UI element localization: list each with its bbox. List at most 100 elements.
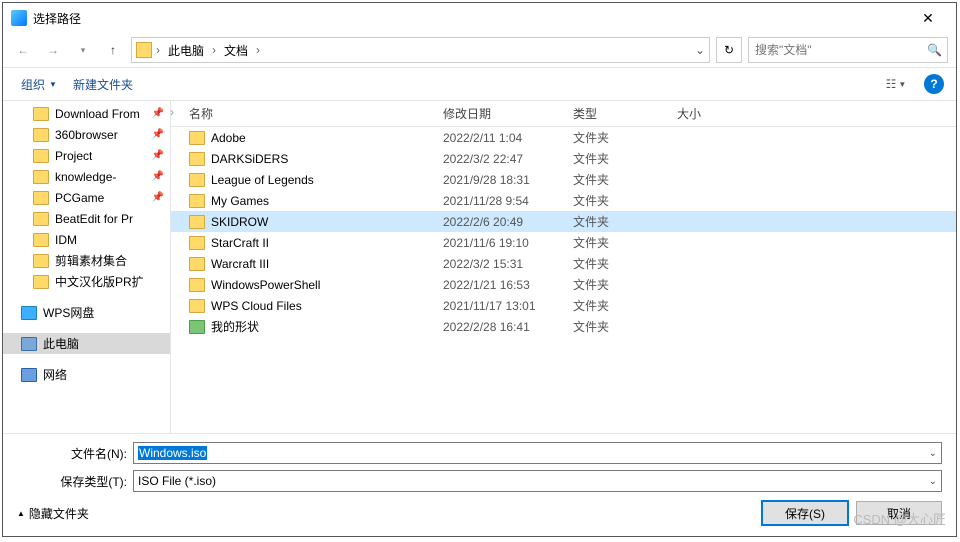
save-button[interactable]: 保存(S): [762, 501, 848, 525]
file-pane: › 名称 修改日期 类型 大小 Adobe2022/2/11 1:04文件夹DA…: [171, 101, 956, 433]
view-options-button[interactable]: ☷ ▼: [882, 73, 910, 95]
sidebar-item-label: Download From: [55, 107, 140, 121]
sidebar-item-label: BeatEdit for Pr: [55, 212, 133, 226]
search-box[interactable]: 🔍: [748, 37, 948, 63]
sidebar-item[interactable]: 中文汉化版PR扩: [3, 271, 170, 292]
file-type: 文件夹: [573, 150, 677, 167]
filetype-field[interactable]: ISO File (*.iso) ⌄: [133, 470, 942, 492]
breadcrumb-root[interactable]: 此电脑: [164, 40, 208, 61]
file-name: StarCraft II: [211, 236, 443, 250]
new-folder-button[interactable]: 新建文件夹: [67, 72, 139, 97]
file-row[interactable]: WPS Cloud Files2021/11/17 13:01文件夹: [171, 295, 956, 316]
filetype-value: ISO File (*.iso): [138, 474, 929, 488]
sidebar-item[interactable]: knowledge-📌: [3, 166, 170, 187]
folder-icon: [189, 278, 205, 292]
folder-icon: [189, 215, 205, 229]
wps-icon: [21, 306, 37, 320]
file-row[interactable]: WindowsPowerShell2022/1/21 16:53文件夹: [171, 274, 956, 295]
help-button[interactable]: ?: [924, 74, 944, 94]
file-name: WPS Cloud Files: [211, 299, 443, 313]
file-row[interactable]: SKIDROW2022/2/6 20:49文件夹: [171, 211, 956, 232]
cancel-button[interactable]: 取消: [856, 501, 942, 525]
file-date: 2022/3/2 15:31: [443, 257, 573, 271]
close-button[interactable]: ✕: [908, 10, 948, 27]
file-date: 2022/2/28 16:41: [443, 320, 573, 334]
file-type: 文件夹: [573, 213, 677, 230]
file-name: DARKSiDERS: [211, 152, 443, 166]
file-date: 2021/9/28 18:31: [443, 173, 573, 187]
sidebar-item-label: WPS网盘: [43, 304, 94, 321]
sidebar-item-label: 网络: [43, 366, 67, 383]
file-row[interactable]: StarCraft II2021/11/6 19:10文件夹: [171, 232, 956, 253]
file-name: SKIDROW: [211, 215, 443, 229]
file-row[interactable]: League of Legends2021/9/28 18:31文件夹: [171, 169, 956, 190]
sidebar-item-net[interactable]: 网络: [3, 364, 170, 385]
folder-icon: [33, 212, 49, 226]
address-dropdown-icon[interactable]: ⌄: [695, 43, 705, 57]
sidebar-item[interactable]: Project📌: [3, 145, 170, 166]
file-row[interactable]: DARKSiDERS2022/3/2 22:47文件夹: [171, 148, 956, 169]
file-row[interactable]: Warcraft III2022/3/2 15:31文件夹: [171, 253, 956, 274]
folder-icon: [33, 107, 49, 121]
chevron-down-icon[interactable]: ⌄: [929, 476, 937, 487]
file-name: My Games: [211, 194, 443, 208]
file-name: Adobe: [211, 131, 443, 145]
recent-dropdown-icon[interactable]: ▾: [71, 38, 95, 62]
file-row[interactable]: My Games2021/11/28 9:54文件夹: [171, 190, 956, 211]
sidebar-item[interactable]: BeatEdit for Pr: [3, 208, 170, 229]
sidebar-item-wps[interactable]: WPS网盘: [3, 302, 170, 323]
sidebar-item-label: 此电脑: [43, 335, 79, 352]
filename-label: 文件名(N):: [17, 445, 127, 462]
chevron-right-icon[interactable]: ›: [156, 43, 160, 57]
sidebar-item-pc[interactable]: 此电脑: [3, 333, 170, 354]
organize-button[interactable]: 组织 ▼: [15, 72, 63, 97]
column-name[interactable]: 名称: [189, 105, 443, 122]
chevron-right-icon[interactable]: ›: [212, 43, 216, 57]
file-row[interactable]: Adobe2022/2/11 1:04文件夹: [171, 127, 956, 148]
sidebar-item[interactable]: Download From 📌: [3, 103, 170, 124]
net-icon: [21, 368, 37, 382]
pin-icon: 📌: [152, 171, 164, 182]
folder-icon: [189, 299, 205, 313]
sidebar-item[interactable]: 360browser📌: [3, 124, 170, 145]
pin-icon: 📌: [152, 108, 164, 119]
refresh-button[interactable]: ↻: [716, 37, 742, 63]
back-button[interactable]: ←: [11, 38, 35, 62]
file-type: 文件夹: [573, 192, 677, 209]
filetype-label: 保存类型(T):: [17, 473, 127, 490]
up-button[interactable]: ↑: [101, 38, 125, 62]
column-type[interactable]: 类型: [573, 105, 677, 122]
expand-sidebar-icon[interactable]: ›: [170, 105, 180, 125]
folder-icon: [189, 194, 205, 208]
column-size[interactable]: 大小: [677, 105, 757, 122]
file-date: 2021/11/28 9:54: [443, 194, 573, 208]
file-name: League of Legends: [211, 173, 443, 187]
file-row[interactable]: 我的形状2022/2/28 16:41文件夹: [171, 316, 956, 337]
forward-button[interactable]: →: [41, 38, 65, 62]
chevron-right-icon[interactable]: ›: [256, 43, 260, 57]
nav-bar: ← → ▾ ↑ › 此电脑 › 文档 › ⌄ ↻ 🔍: [3, 33, 956, 67]
file-type: 文件夹: [573, 234, 677, 251]
breadcrumb-folder[interactable]: 文档: [220, 40, 252, 61]
file-date: 2022/3/2 22:47: [443, 152, 573, 166]
address-bar[interactable]: › 此电脑 › 文档 › ⌄: [131, 37, 710, 63]
sidebar-item[interactable]: PCGame📌: [3, 187, 170, 208]
file-list[interactable]: Adobe2022/2/11 1:04文件夹DARKSiDERS2022/3/2…: [171, 127, 956, 433]
filename-field[interactable]: Windows.iso ⌄: [133, 442, 942, 464]
organize-label: 组织: [21, 76, 45, 93]
folder-icon: [189, 236, 205, 250]
sidebar-item[interactable]: 剪辑素材集合: [3, 250, 170, 271]
folder-icon: [189, 131, 205, 145]
sidebar-item[interactable]: IDM: [3, 229, 170, 250]
search-input[interactable]: [755, 43, 927, 57]
filename-value[interactable]: Windows.iso: [138, 446, 207, 460]
column-date[interactable]: 修改日期: [443, 105, 573, 122]
triangle-up-icon: ▲: [17, 509, 25, 518]
chevron-down-icon[interactable]: ⌄: [929, 448, 937, 459]
file-type: 文件夹: [573, 255, 677, 272]
folder-icon: [33, 254, 49, 268]
hide-folders-button[interactable]: ▲ 隐藏文件夹: [17, 505, 89, 522]
pin-icon: 📌: [152, 192, 164, 203]
pin-icon: 📌: [152, 129, 164, 140]
new-folder-label: 新建文件夹: [73, 76, 133, 93]
